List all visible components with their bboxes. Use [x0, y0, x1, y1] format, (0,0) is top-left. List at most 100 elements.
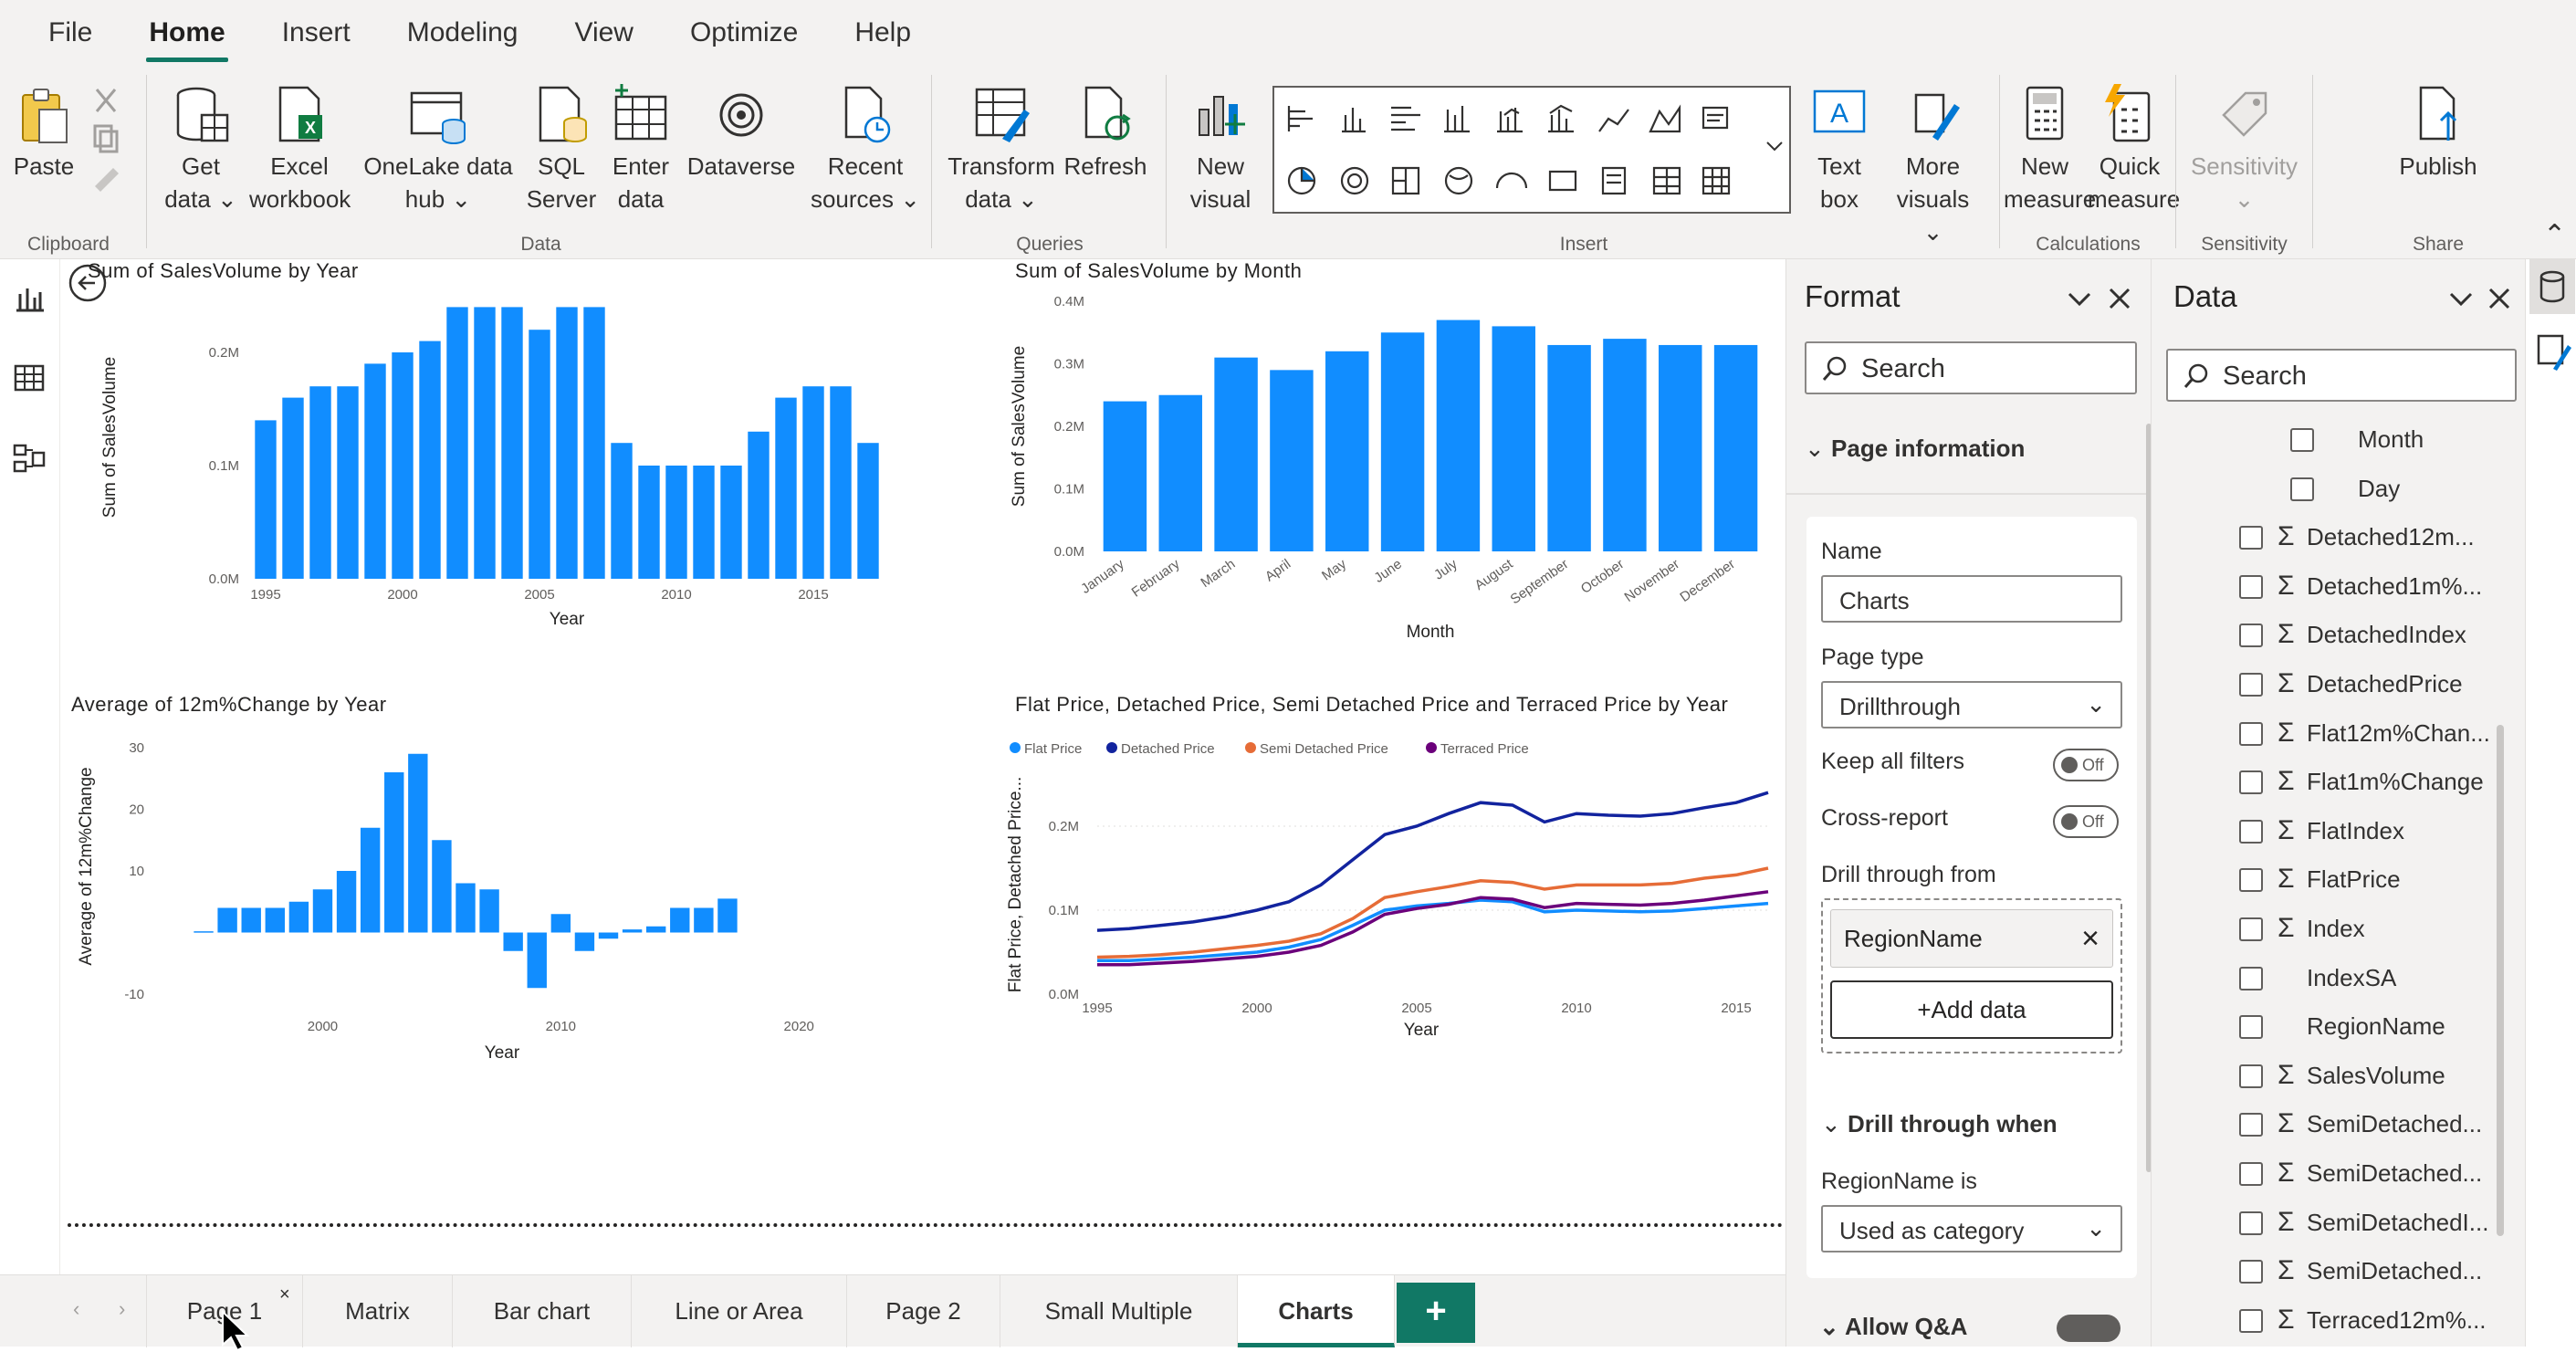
field-checkbox[interactable] — [2239, 526, 2263, 550]
new-visual-button[interactable]: New visual — [1179, 82, 1262, 215]
drill-through-well[interactable]: RegionName × +Add data — [1821, 898, 2122, 1053]
field-checkbox[interactable] — [2239, 1308, 2263, 1333]
field-checkbox[interactable] — [2239, 868, 2263, 893]
region-is-select[interactable]: Used as category ⌄ — [1821, 1205, 2122, 1252]
field-item[interactable]: Σ SemiDetached... — [2152, 1246, 2498, 1295]
tab-small-multiple[interactable]: Small Multiple — [1000, 1275, 1238, 1347]
page-type-select[interactable]: Drillthrough ⌄ — [1821, 681, 2122, 728]
sales-by-year-chart[interactable]: 0.2M 0.1M 0.0M 1995 2000 2005 2010 2015 Year Sum … — [79, 287, 882, 679]
field-item[interactable]: Month — [2152, 414, 2498, 464]
report-view-icon[interactable] — [11, 279, 47, 316]
field-item[interactable]: Σ SalesVolume — [2152, 1051, 2498, 1100]
collapse-data-icon[interactable] — [2447, 285, 2475, 312]
keep-filters-toggle[interactable]: Off — [2053, 749, 2119, 781]
page-name-input[interactable]: Charts — [1821, 575, 2122, 623]
allow-qa-section[interactable]: ⌄ Allow Q&A — [1819, 1313, 1967, 1340]
menu-help[interactable]: Help — [826, 0, 939, 66]
field-checkbox[interactable] — [2290, 477, 2314, 501]
sql-server-button[interactable]: SQL Server — [525, 82, 598, 215]
onelake-hub-button[interactable]: OneLake data hub ⌄ — [361, 82, 516, 215]
field-item[interactable]: Σ DetachedPrice — [2152, 659, 2498, 708]
tab-charts[interactable]: Charts — [1238, 1275, 1395, 1347]
field-checkbox[interactable] — [2239, 624, 2263, 648]
enter-data-button[interactable]: Enter data — [605, 82, 676, 215]
field-checkbox[interactable] — [2290, 428, 2314, 452]
field-checkbox[interactable] — [2239, 1015, 2263, 1040]
field-checkbox[interactable] — [2239, 721, 2263, 746]
field-checkbox[interactable] — [2239, 917, 2263, 941]
sales-by-month-chart[interactable]: 0.4M 0.3M 0.2M 0.1M 0.0MJanuary February March… — [1006, 287, 1773, 679]
collapse-format-icon[interactable] — [2066, 285, 2093, 312]
drill-field-pill[interactable]: RegionName × — [1830, 909, 2113, 968]
cross-report-toggle[interactable]: Off — [2053, 805, 2119, 838]
quick-measure-button[interactable]: Quick measure — [2088, 82, 2180, 215]
menu-optimize[interactable]: Optimize — [662, 0, 826, 66]
field-checkbox[interactable] — [2239, 1113, 2263, 1137]
get-data-button[interactable]: Get data ⌄ — [164, 82, 237, 215]
field-item[interactable]: Σ DetachedIndex — [2152, 610, 2498, 659]
paste-button[interactable]: Paste — [7, 82, 80, 183]
field-item[interactable]: Σ Flat12m%Chan... — [2152, 708, 2498, 758]
drill-when-section[interactable]: ⌄ Drill through when — [1821, 1110, 2058, 1138]
model-view-icon[interactable] — [11, 440, 47, 477]
close-format-icon[interactable] — [2106, 285, 2133, 312]
format-pane-icon[interactable] — [2535, 332, 2571, 372]
field-checkbox[interactable] — [2239, 574, 2263, 599]
tab-matrix[interactable]: Matrix — [303, 1275, 453, 1347]
field-item[interactable]: Σ FlatPrice — [2152, 854, 2498, 904]
field-item[interactable]: Σ Detached12m... — [2152, 512, 2498, 561]
tab-scroll-right-icon[interactable]: › — [119, 1297, 125, 1321]
field-checkbox[interactable] — [2239, 673, 2263, 697]
refresh-button[interactable]: Refresh — [1060, 82, 1151, 183]
field-item[interactable]: Σ SemiDetachedI... — [2152, 1198, 2498, 1247]
field-item[interactable]: RegionName — [2152, 1001, 2498, 1051]
data-pane-tab[interactable] — [2529, 259, 2575, 314]
add-data-button[interactable]: +Add data — [1830, 980, 2113, 1039]
more-visuals-button[interactable]: More visuals ⌄ — [1885, 82, 1981, 248]
field-item[interactable]: Σ SemiDetached... — [2152, 1148, 2498, 1198]
field-checkbox[interactable] — [2239, 1162, 2263, 1186]
publish-button[interactable]: Publish — [2388, 82, 2488, 183]
recent-sources-button[interactable]: Recent sources ⌄ — [806, 82, 925, 215]
excel-workbook-button[interactable]: X Excel workbook — [249, 82, 351, 215]
tab-bar-chart[interactable]: Bar chart — [453, 1275, 632, 1347]
tab-line-or-area[interactable]: Line or Area — [632, 1275, 847, 1347]
tab-scroll-left-icon[interactable]: ‹ — [73, 1297, 79, 1321]
field-item[interactable]: Σ Terraced12m%... — [2152, 1295, 2498, 1345]
change-by-year-chart[interactable]: 302010-102000 2010 2020YearAverage of 12m%… — [64, 720, 867, 1158]
data-search-input[interactable]: Search — [2166, 349, 2517, 402]
collapse-ribbon-icon[interactable]: ⌃ — [2543, 219, 2566, 251]
field-checkbox[interactable] — [2239, 1211, 2263, 1235]
field-item[interactable]: Σ Index — [2152, 904, 2498, 953]
field-item[interactable]: Σ Detached1m%... — [2152, 561, 2498, 611]
cut-copy-icons[interactable] — [89, 84, 122, 194]
new-measure-button[interactable]: New measure — [2004, 82, 2096, 215]
prices-by-year-chart[interactable]: Flat Price Detached Price Semi Detached Pr… — [1006, 720, 1782, 1158]
remove-field-icon[interactable]: × — [2081, 910, 2100, 967]
visualization-gallery[interactable] — [1272, 86, 1791, 214]
page-information-section[interactable]: ⌄ Page information — [1805, 435, 2025, 463]
menu-home[interactable]: Home — [120, 0, 253, 66]
field-item[interactable]: IndexSA — [2152, 953, 2498, 1002]
menu-file[interactable]: File — [20, 0, 120, 66]
tab-close-icon[interactable]: × — [279, 1284, 290, 1305]
menu-insert[interactable]: Insert — [254, 0, 379, 66]
add-page-button[interactable]: + — [1397, 1283, 1475, 1343]
data-scrollbar[interactable] — [2497, 725, 2504, 1236]
field-item[interactable]: Σ FlatIndex — [2152, 806, 2498, 855]
table-view-icon[interactable] — [11, 360, 47, 396]
text-box-button[interactable]: A Text box — [1803, 82, 1876, 215]
menu-view[interactable]: View — [546, 0, 661, 66]
field-checkbox[interactable] — [2239, 966, 2263, 990]
menu-modeling[interactable]: Modeling — [379, 0, 547, 66]
field-item[interactable]: Σ SemiDetached... — [2152, 1099, 2498, 1148]
sensitivity-button[interactable]: Sensitivity ⌄ — [2178, 82, 2310, 215]
close-data-icon[interactable] — [2486, 285, 2513, 312]
field-item[interactable]: Day — [2152, 464, 2498, 513]
field-checkbox[interactable] — [2239, 1064, 2263, 1088]
dataverse-button[interactable]: Dataverse — [682, 82, 801, 183]
format-search-input[interactable]: Search — [1805, 341, 2137, 394]
allow-qa-toggle[interactable] — [2057, 1315, 2120, 1342]
transform-data-button[interactable]: Transform data ⌄ — [947, 82, 1056, 215]
field-checkbox[interactable] — [2239, 1260, 2263, 1284]
